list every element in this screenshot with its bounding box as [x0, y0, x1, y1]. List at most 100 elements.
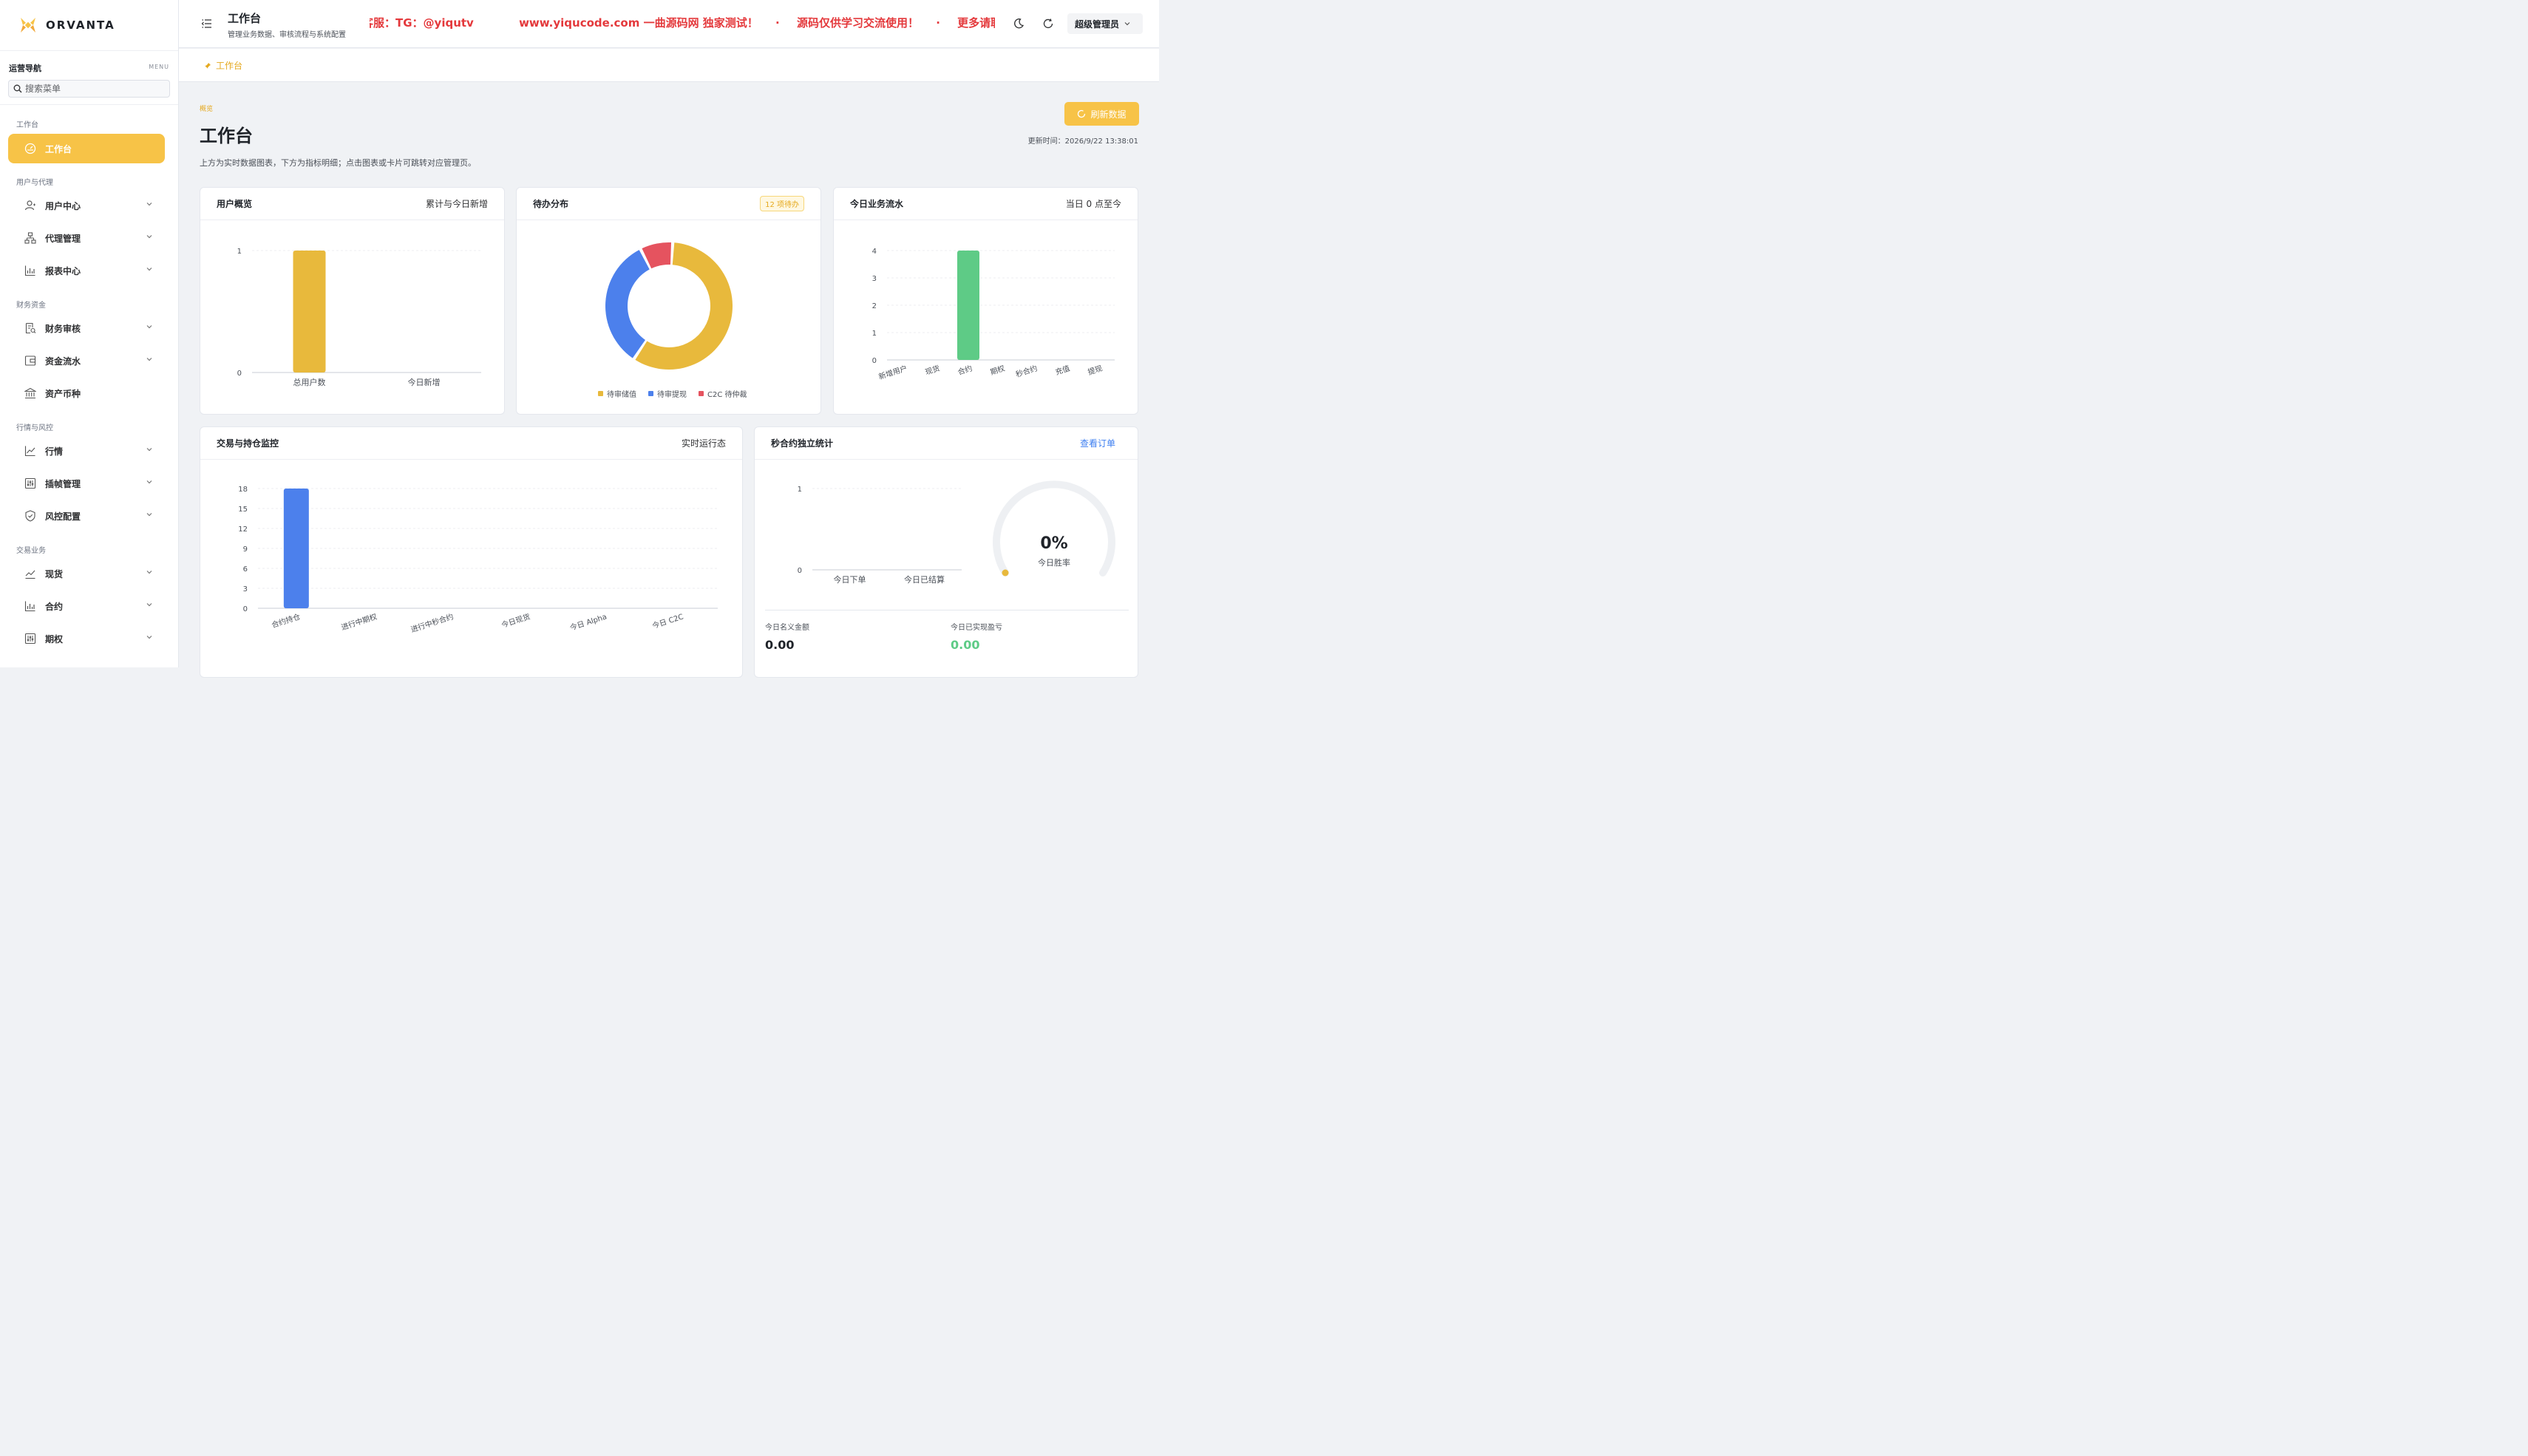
pin-icon — [205, 62, 211, 69]
chevron-down-icon — [146, 268, 152, 271]
legend-swatch — [648, 391, 653, 396]
today-flow-card[interactable]: 今日业务流水 当日 0 点至今 0 1 2 3 4 新增用户 现货 合约 期权 秒合约 充值 提现 — [833, 187, 1138, 415]
trade-monitor-card[interactable]: 交易与持仓监控 实时运行态 0 3 6 9 12 15 18 合约持仓 进行中期权 进行中秒合约 今… — [200, 426, 743, 678]
top-header: 工作台 管理业务数据、审核流程与系统配置 客服：TG：@yiqutv www.y… — [179, 0, 1159, 48]
x-tick-label: 今日 Alpha — [568, 611, 608, 632]
sidebar-item-frame-management[interactable]: 插帧管理 — [8, 469, 165, 498]
sidebar-item-label: 风控配置 — [45, 511, 81, 522]
sidebar-item-label: 期权 — [45, 633, 64, 644]
sidebar-item-label: 代理管理 — [45, 233, 81, 244]
main-title: 工作台 — [200, 126, 253, 146]
refresh-icon — [1078, 109, 1086, 118]
sidebar-item-agent-management[interactable]: 代理管理 — [8, 223, 165, 253]
search-icon — [13, 84, 22, 93]
sidebar-item-label: 行情 — [45, 446, 64, 457]
x-tick-label: 合约持仓 — [271, 611, 302, 630]
notional-label: 今日名义金额 — [765, 624, 809, 632]
chevron-down-icon — [146, 325, 152, 329]
notional-value: 0.00 — [765, 638, 795, 652]
pending-donut-chart[interactable]: 待审储值 待审提现 C2C 待仲裁 — [517, 221, 821, 415]
announcement-text: 源码仅供学习交流使用！ — [796, 16, 919, 30]
y-tick-label: 12 — [238, 525, 248, 534]
y-tick-label: 0 — [237, 370, 242, 378]
x-tick-label: 今日新增 — [408, 377, 441, 387]
card-title: 今日业务流水 — [850, 199, 904, 209]
reload-icon[interactable] — [1042, 18, 1054, 30]
legend-swatch — [699, 391, 704, 396]
second-contract-card[interactable]: 秒合约独立统计 查看订单 0 1 今日下单 今日已结算 0% 今日胜率 今日名义金额 … — [754, 426, 1138, 678]
sidebar-item-label: 资产币种 — [45, 388, 81, 399]
nav-group-label: 用户与代理 — [16, 179, 53, 187]
sliders-icon — [24, 477, 36, 489]
trend-icon — [25, 570, 35, 579]
brand-mark-icon — [21, 18, 35, 33]
pending-distribution-card[interactable]: 待办分布 12 项待办 待审储值 待审提现 C2C 待仲裁 — [516, 187, 821, 415]
audit-document-icon — [25, 322, 36, 334]
y-tick-label: 15 — [238, 506, 248, 514]
second-contract-chart[interactable]: 0 1 今日下单 今日已结算 — [755, 460, 976, 590]
user-menu-button[interactable]: 超级管理员 — [1067, 13, 1143, 34]
sliders-icon — [24, 633, 36, 644]
chevron-down-icon — [146, 358, 152, 361]
view-orders-link[interactable]: 查看订单 — [1080, 437, 1115, 449]
gauge-indicator — [1002, 569, 1009, 576]
x-tick-label: 充值 — [1054, 363, 1071, 377]
sidebar-item-finance-audit[interactable]: 财务审核 — [8, 313, 165, 343]
pending-count-badge: 12 项待办 — [760, 196, 804, 211]
sidebar-item-spot[interactable]: 现货 — [8, 559, 165, 588]
sidebar-item-contract[interactable]: 合约 — [8, 591, 165, 621]
pnl-label: 今日已实现盈亏 — [951, 624, 1002, 632]
x-tick-label: 进行中秒合约 — [410, 611, 455, 634]
chevron-down-icon — [146, 235, 152, 239]
nav-group-label: 财务资金 — [16, 302, 46, 310]
sidebar-item-report-center[interactable]: 报表中心 — [8, 256, 165, 285]
x-tick-label: 秒合约 — [1014, 363, 1039, 379]
nav-menu-tag: MENU — [149, 64, 169, 70]
bar-chart-icon — [24, 601, 35, 612]
sidebar-item-asset-currency[interactable]: 资产币种 — [8, 378, 165, 408]
announcement-text: 客服：TG：@yiqutv — [370, 16, 474, 30]
legend-swatch — [598, 391, 603, 396]
sidebar-item-user-center[interactable]: 用户中心 — [8, 191, 165, 220]
card-extra: 累计与今日新增 — [425, 199, 488, 209]
card-extra: 当日 0 点至今 — [1065, 199, 1121, 209]
legend-label: C2C 待仲裁 — [707, 389, 747, 399]
chevron-down-icon — [146, 571, 152, 574]
user-overview-card[interactable]: 用户概览 累计与今日新增 0 1 总用户数 今日新增 — [200, 187, 505, 415]
bar — [293, 251, 326, 372]
card-title: 用户概览 — [217, 199, 253, 209]
y-tick-label: 0 — [798, 567, 802, 575]
nav-group-label: 工作台 — [16, 121, 38, 129]
user-overview-chart[interactable]: 0 1 总用户数 今日新增 — [200, 221, 505, 415]
menu-search-box[interactable] — [8, 80, 170, 98]
sidebar-item-options[interactable]: 期权 — [8, 624, 165, 653]
x-tick-label: 总用户数 — [293, 377, 326, 387]
trade-monitor-chart[interactable]: 0 3 6 9 12 15 18 合约持仓 进行中期权 进行中秒合约 今日现货 今日 Alpha 今日 … — [200, 460, 743, 678]
tab-label: 工作台 — [216, 61, 243, 71]
sidebar-item-market[interactable]: 行情 — [8, 436, 165, 466]
sidebar-item-fund-flow[interactable]: 资金流水 — [8, 346, 165, 375]
brand-logo[interactable]: ORVANTA — [18, 13, 115, 37]
tab-dashboard[interactable]: 工作台 — [204, 59, 242, 72]
y-tick-label: 3 — [243, 585, 248, 593]
sidebar-item-label: 报表中心 — [45, 265, 81, 276]
page-subtitle: 管理业务数据、审核流程与系统配置 — [228, 31, 346, 39]
chevron-down-icon — [146, 603, 152, 607]
card-extra: 实时运行态 — [681, 438, 726, 449]
legend-label: 待审储值 — [607, 389, 636, 399]
dark-mode-moon-icon[interactable] — [1013, 18, 1025, 30]
chevron-down-icon — [146, 636, 152, 639]
sidebar-item-risk-config[interactable]: 风控配置 — [8, 501, 165, 531]
y-tick-label: 1 — [237, 248, 242, 256]
today-flow-chart[interactable]: 0 1 2 3 4 新增用户 现货 合约 期权 秒合约 充值 提现 — [834, 221, 1138, 415]
refresh-data-button[interactable]: 刷新数据 — [1064, 102, 1139, 126]
y-tick-label: 0 — [872, 357, 877, 365]
x-tick-label: 进行中期权 — [340, 611, 378, 632]
sidebar-item-label: 财务审核 — [45, 323, 81, 334]
tab-bar: 工作台 — [179, 49, 1159, 82]
menu-collapse-icon[interactable] — [201, 18, 213, 30]
sidebar-item-label: 工作台 — [45, 143, 72, 154]
sidebar-item-dashboard[interactable]: 工作台 — [8, 134, 165, 163]
y-tick-label: 2 — [872, 302, 877, 310]
menu-search-input[interactable] — [25, 84, 158, 94]
